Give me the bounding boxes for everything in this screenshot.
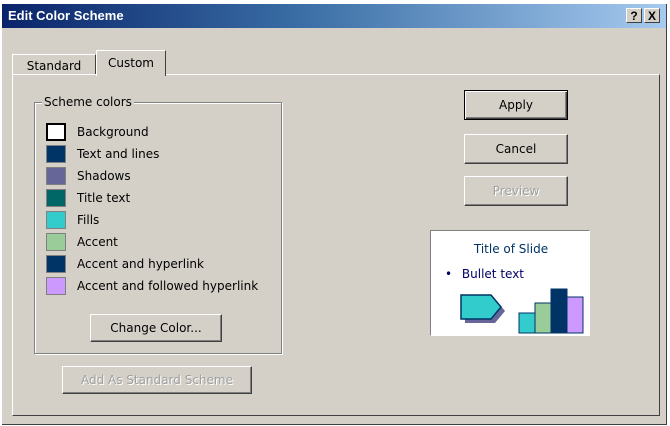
color-swatch[interactable]	[46, 211, 66, 229]
scheme-color-label: Accent	[77, 235, 118, 249]
preview-label: Preview	[492, 184, 540, 198]
help-button[interactable]: ?	[626, 8, 642, 23]
color-swatch[interactable]	[46, 233, 66, 251]
scheme-color-label: Accent and hyperlink	[77, 257, 204, 271]
tab-custom-label: Custom	[108, 56, 154, 70]
preview-bar-fill	[518, 312, 536, 334]
apply-label: Apply	[499, 98, 533, 112]
add-as-standard-scheme-label: Add As Standard Scheme	[80, 373, 233, 387]
scheme-color-label: Shadows	[77, 169, 131, 183]
preview-bar-hyperlink	[550, 288, 568, 334]
preview-graphics	[460, 288, 584, 334]
add-as-standard-scheme-button[interactable]: Add As Standard Scheme	[62, 366, 252, 394]
cancel-label: Cancel	[495, 142, 537, 156]
color-swatch[interactable]	[46, 277, 66, 295]
color-swatch[interactable]	[46, 189, 66, 207]
preview-bar-followed	[566, 296, 584, 334]
scheme-color-label: Accent and followed hyperlink	[77, 279, 259, 293]
color-swatch[interactable]	[46, 123, 66, 141]
color-swatch[interactable]	[46, 145, 66, 163]
change-color-label: Change Color...	[110, 321, 202, 335]
scheme-color-label: Text and lines	[77, 147, 160, 161]
close-button[interactable]: X	[644, 8, 660, 23]
tab-standard-label: Standard	[26, 59, 82, 73]
edit-color-scheme-dialog: Edit Color Scheme ? X Standard Custom Sc…	[2, 4, 667, 425]
scheme-colors-legend: Scheme colors	[42, 95, 134, 109]
scheme-color-label: Fills	[77, 213, 100, 227]
scheme-color-label: Title text	[77, 191, 131, 205]
apply-button[interactable]: Apply	[464, 90, 568, 120]
tab-custom[interactable]: Custom	[96, 50, 166, 76]
change-color-button[interactable]: Change Color...	[90, 314, 222, 342]
color-swatch[interactable]	[46, 167, 66, 185]
tab-standard[interactable]: Standard	[12, 54, 96, 74]
window-title: Edit Color Scheme	[8, 8, 124, 23]
scheme-color-label: Background	[77, 125, 149, 139]
cancel-button[interactable]: Cancel	[464, 134, 568, 164]
slide-preview: Title of Slide • Bullet text	[430, 230, 590, 336]
color-swatch[interactable]	[46, 255, 66, 273]
preview-bar-accent	[534, 302, 552, 334]
title-bar[interactable]: Edit Color Scheme ? X	[2, 4, 666, 28]
preview-button[interactable]: Preview	[464, 176, 568, 206]
